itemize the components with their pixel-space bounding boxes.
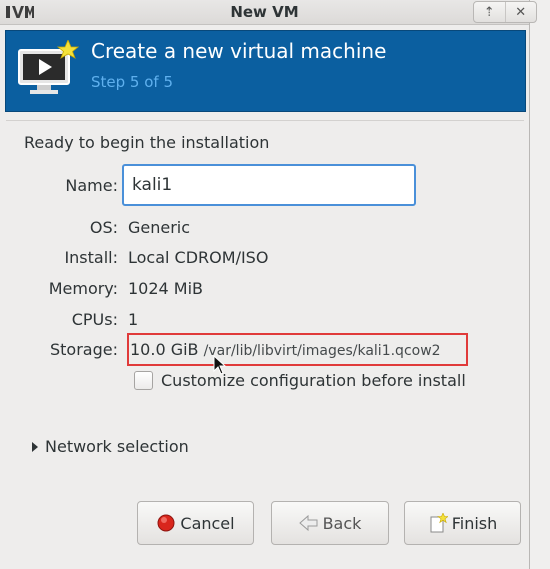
customize-config-checkbox[interactable] <box>134 371 153 390</box>
name-label: Name: <box>65 176 118 195</box>
back-label: Back <box>322 513 362 533</box>
restore-button[interactable]: ⇡ <box>474 2 505 22</box>
install-label: Install: <box>64 248 118 267</box>
expander-arrow-icon <box>32 441 38 452</box>
memory-value: 1024 MiB <box>128 279 204 298</box>
summary-panel: Ready to begin the installation Name: OS… <box>6 120 524 566</box>
finish-label: Finish <box>451 513 498 533</box>
back-button[interactable]: Back <box>271 501 389 545</box>
network-selection-expander[interactable]: Network selection <box>32 437 189 456</box>
os-label: OS: <box>89 218 118 237</box>
wizard-step-indicator: Step 5 of 5 <box>91 73 174 91</box>
stop-icon <box>156 513 176 533</box>
new-vm-window: New VM ⇡ ✕ Create a new virtual machine … <box>0 0 537 569</box>
storage-highlight-box <box>127 333 468 366</box>
window-title: New VM <box>230 3 299 21</box>
window-controls: ⇡ ✕ <box>473 1 537 23</box>
vm-name-input[interactable] <box>122 164 416 206</box>
customize-config-option[interactable]: Customize configuration before install <box>134 371 466 390</box>
finish-button[interactable]: Finish <box>404 501 521 545</box>
wizard-title: Create a new virtual machine <box>91 39 387 63</box>
document-star-icon <box>428 513 448 533</box>
network-selection-label: Network selection <box>45 437 189 456</box>
install-value: Local CDROM/ISO <box>128 248 269 267</box>
cpus-label: CPUs: <box>71 310 118 329</box>
cancel-label: Cancel <box>180 513 235 533</box>
ready-heading: Ready to begin the installation <box>24 133 270 152</box>
os-value: Generic <box>128 218 191 237</box>
wizard-header-banner: Create a new virtual machine Step 5 of 5 <box>5 30 526 112</box>
close-icon: ✕ <box>515 4 527 20</box>
customize-config-label[interactable]: Customize configuration before install <box>161 371 466 390</box>
storage-label: Storage: <box>50 340 118 359</box>
memory-label: Memory: <box>48 279 118 298</box>
monitor-play-star-icon <box>18 40 79 94</box>
cancel-button[interactable]: Cancel <box>137 501 254 545</box>
close-button[interactable]: ✕ <box>504 2 537 22</box>
cpus-value: 1 <box>128 310 139 329</box>
back-arrow-icon <box>298 513 319 533</box>
arrow-up-icon: ⇡ <box>483 4 495 20</box>
title-bar[interactable]: New VM ⇡ ✕ <box>0 0 537 25</box>
